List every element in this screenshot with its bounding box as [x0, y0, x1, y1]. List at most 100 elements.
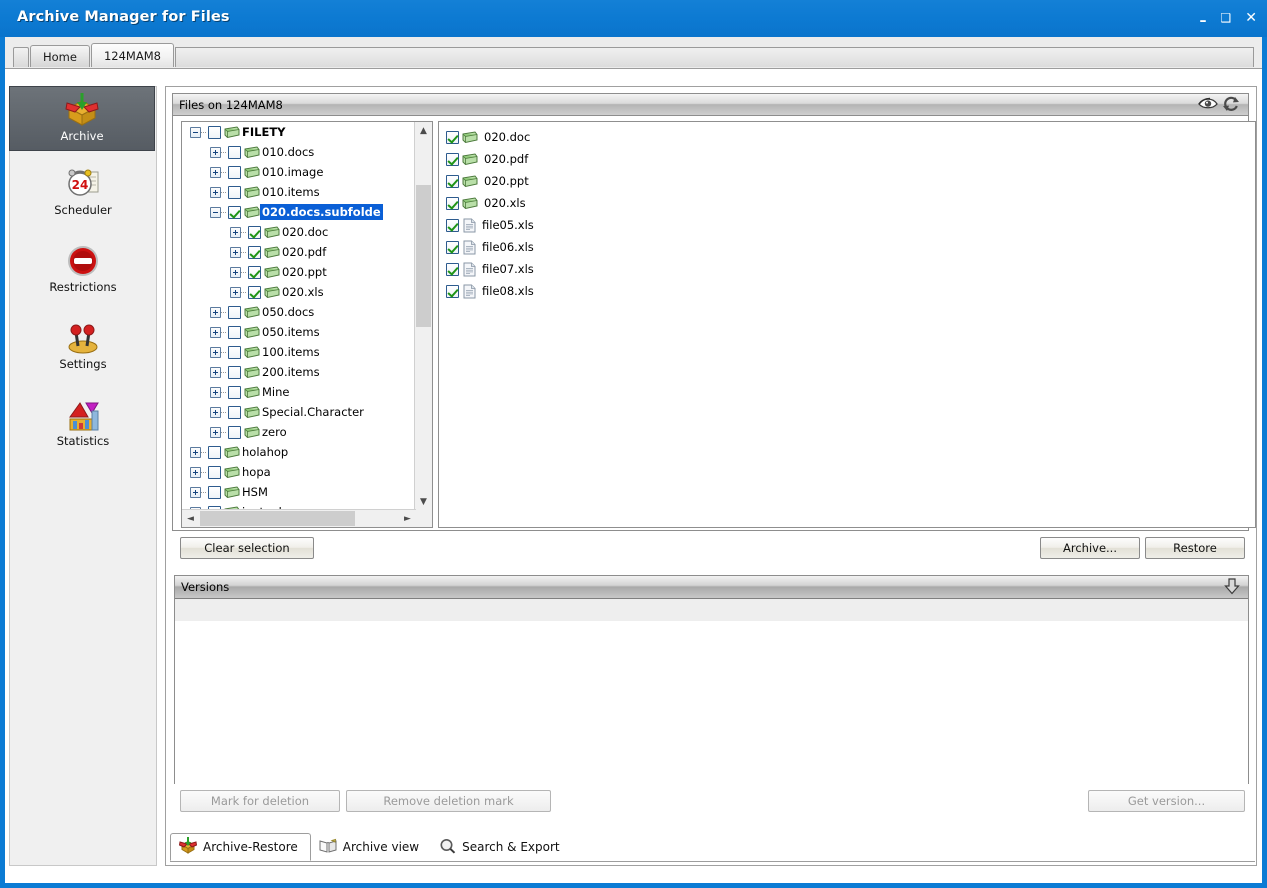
- expand-icon[interactable]: [210, 167, 221, 178]
- minimize-button[interactable]: –: [1200, 15, 1207, 28]
- tree-item[interactable]: 020.pdf: [182, 242, 416, 262]
- tree-item-checkbox[interactable]: [248, 286, 261, 299]
- tree-item-checkbox[interactable]: [228, 346, 241, 359]
- tree-item-checkbox[interactable]: [228, 386, 241, 399]
- tree-item[interactable]: 020.ppt: [182, 262, 416, 282]
- expand-icon[interactable]: [210, 187, 221, 198]
- tree-item-checkbox[interactable]: [228, 326, 241, 339]
- tree-item[interactable]: 100.items: [182, 342, 416, 362]
- file-item-checkbox[interactable]: [446, 175, 459, 188]
- bottom-tab-archive-view[interactable]: Archive view: [311, 833, 431, 861]
- tree-item-checkbox[interactable]: [248, 226, 261, 239]
- tree-horizontal-scrollbar[interactable]: ◄ ►: [182, 509, 416, 527]
- expand-icon[interactable]: [210, 427, 221, 438]
- tree-item-checkbox[interactable]: [228, 306, 241, 319]
- sidebar-item-scheduler[interactable]: 24 Scheduler: [10, 161, 156, 226]
- expand-icon[interactable]: [210, 387, 221, 398]
- file-item-checkbox[interactable]: [446, 197, 459, 210]
- folder-tree[interactable]: FILETY010.docs010.image010.items020.docs…: [182, 122, 416, 510]
- expand-icon[interactable]: [230, 267, 241, 278]
- tree-item-checkbox[interactable]: [208, 446, 221, 459]
- tab-124mam8[interactable]: 124MAM8: [91, 43, 174, 67]
- file-item-checkbox[interactable]: [446, 153, 459, 166]
- file-list-item[interactable]: 020.ppt: [445, 170, 1255, 192]
- expand-icon[interactable]: [210, 407, 221, 418]
- sidebar-item-restrictions[interactable]: Restrictions: [10, 238, 156, 303]
- down-arrow-icon[interactable]: [1224, 578, 1240, 598]
- get-version-button[interactable]: Get version...: [1088, 790, 1245, 812]
- file-item-checkbox[interactable]: [446, 285, 459, 298]
- collapse-icon[interactable]: [210, 207, 221, 218]
- clear-selection-button[interactable]: Clear selection: [180, 537, 314, 559]
- expand-icon[interactable]: [190, 487, 201, 498]
- tree-item-checkbox[interactable]: [228, 206, 241, 219]
- file-list-item[interactable]: file07.xls: [445, 258, 1255, 280]
- tree-item[interactable]: 020.doc: [182, 222, 416, 242]
- tree-item-checkbox[interactable]: [248, 266, 261, 279]
- tree-item[interactable]: hopa: [182, 462, 416, 482]
- tree-item[interactable]: HSM: [182, 482, 416, 502]
- tree-item[interactable]: 020.xls: [182, 282, 416, 302]
- restore-button[interactable]: Restore: [1145, 537, 1245, 559]
- scroll-down-button[interactable]: ▼: [415, 493, 432, 510]
- mark-for-deletion-button[interactable]: Mark for deletion: [180, 790, 340, 812]
- tree-item[interactable]: 050.docs: [182, 302, 416, 322]
- tree-item[interactable]: 010.items: [182, 182, 416, 202]
- sidebar-item-statistics[interactable]: Statistics: [10, 392, 156, 457]
- file-item-checkbox[interactable]: [446, 219, 459, 232]
- tree-item[interactable]: 050.items: [182, 322, 416, 342]
- versions-list[interactable]: [175, 622, 1248, 785]
- tree-item[interactable]: Mine: [182, 382, 416, 402]
- bottom-tab-archive-restore[interactable]: Archive-Restore: [170, 833, 311, 861]
- tree-item[interactable]: FILETY: [182, 122, 416, 142]
- preview-eye-icon[interactable]: [1198, 96, 1216, 110]
- tree-item-checkbox[interactable]: [228, 426, 241, 439]
- expand-icon[interactable]: [230, 227, 241, 238]
- tree-item-checkbox[interactable]: [228, 166, 241, 179]
- expand-icon[interactable]: [190, 447, 201, 458]
- expand-icon[interactable]: [210, 347, 221, 358]
- tree-item-checkbox[interactable]: [248, 246, 261, 259]
- scroll-up-button[interactable]: ▲: [415, 122, 432, 139]
- tree-item-checkbox[interactable]: [228, 406, 241, 419]
- expand-icon[interactable]: [230, 287, 241, 298]
- tree-item[interactable]: zero: [182, 422, 416, 442]
- folder-tree-panel[interactable]: FILETY010.docs010.image010.items020.docs…: [181, 121, 433, 528]
- tree-item[interactable]: Special.Character: [182, 402, 416, 422]
- archive-button[interactable]: Archive...: [1040, 537, 1140, 559]
- bottom-tab-search-export[interactable]: Search & Export: [431, 833, 572, 861]
- tree-item-checkbox[interactable]: [228, 186, 241, 199]
- file-item-checkbox[interactable]: [446, 131, 459, 144]
- close-button[interactable]: ✕: [1245, 12, 1257, 25]
- tree-item[interactable]: holahop: [182, 442, 416, 462]
- file-list-item[interactable]: 020.pdf: [445, 148, 1255, 170]
- tree-item-checkbox[interactable]: [208, 486, 221, 499]
- collapse-icon[interactable]: [190, 127, 201, 138]
- file-list-item[interactable]: 020.doc: [445, 126, 1255, 148]
- tab-home[interactable]: Home: [30, 45, 90, 67]
- vertical-scroll-thumb[interactable]: [416, 185, 431, 327]
- file-list-item[interactable]: file06.xls: [445, 236, 1255, 258]
- tree-item[interactable]: 010.docs: [182, 142, 416, 162]
- expand-icon[interactable]: [210, 327, 221, 338]
- scroll-right-button[interactable]: ►: [399, 510, 416, 527]
- tree-item-checkbox[interactable]: [228, 366, 241, 379]
- tree-item-checkbox[interactable]: [228, 146, 241, 159]
- expand-icon[interactable]: [230, 247, 241, 258]
- expand-icon[interactable]: [210, 367, 221, 378]
- file-list-item[interactable]: file08.xls: [445, 280, 1255, 302]
- horizontal-scroll-thumb[interactable]: [200, 511, 355, 526]
- file-list[interactable]: 020.doc020.pdf020.ppt020.xlsfile05.xlsfi…: [438, 121, 1256, 528]
- expand-icon[interactable]: [210, 147, 221, 158]
- file-item-checkbox[interactable]: [446, 263, 459, 276]
- tree-item[interactable]: 020.docs.subfolde: [182, 202, 416, 222]
- tree-item[interactable]: 200.items: [182, 362, 416, 382]
- maximize-button[interactable]: ❑: [1221, 12, 1232, 25]
- tree-item-checkbox[interactable]: [208, 466, 221, 479]
- file-list-item[interactable]: file05.xls: [445, 214, 1255, 236]
- tree-item-checkbox[interactable]: [208, 126, 221, 139]
- remove-deletion-mark-button[interactable]: Remove deletion mark: [346, 790, 551, 812]
- file-item-checkbox[interactable]: [446, 241, 459, 254]
- refresh-icon[interactable]: [1222, 96, 1240, 110]
- sidebar-item-settings[interactable]: Settings: [10, 315, 156, 380]
